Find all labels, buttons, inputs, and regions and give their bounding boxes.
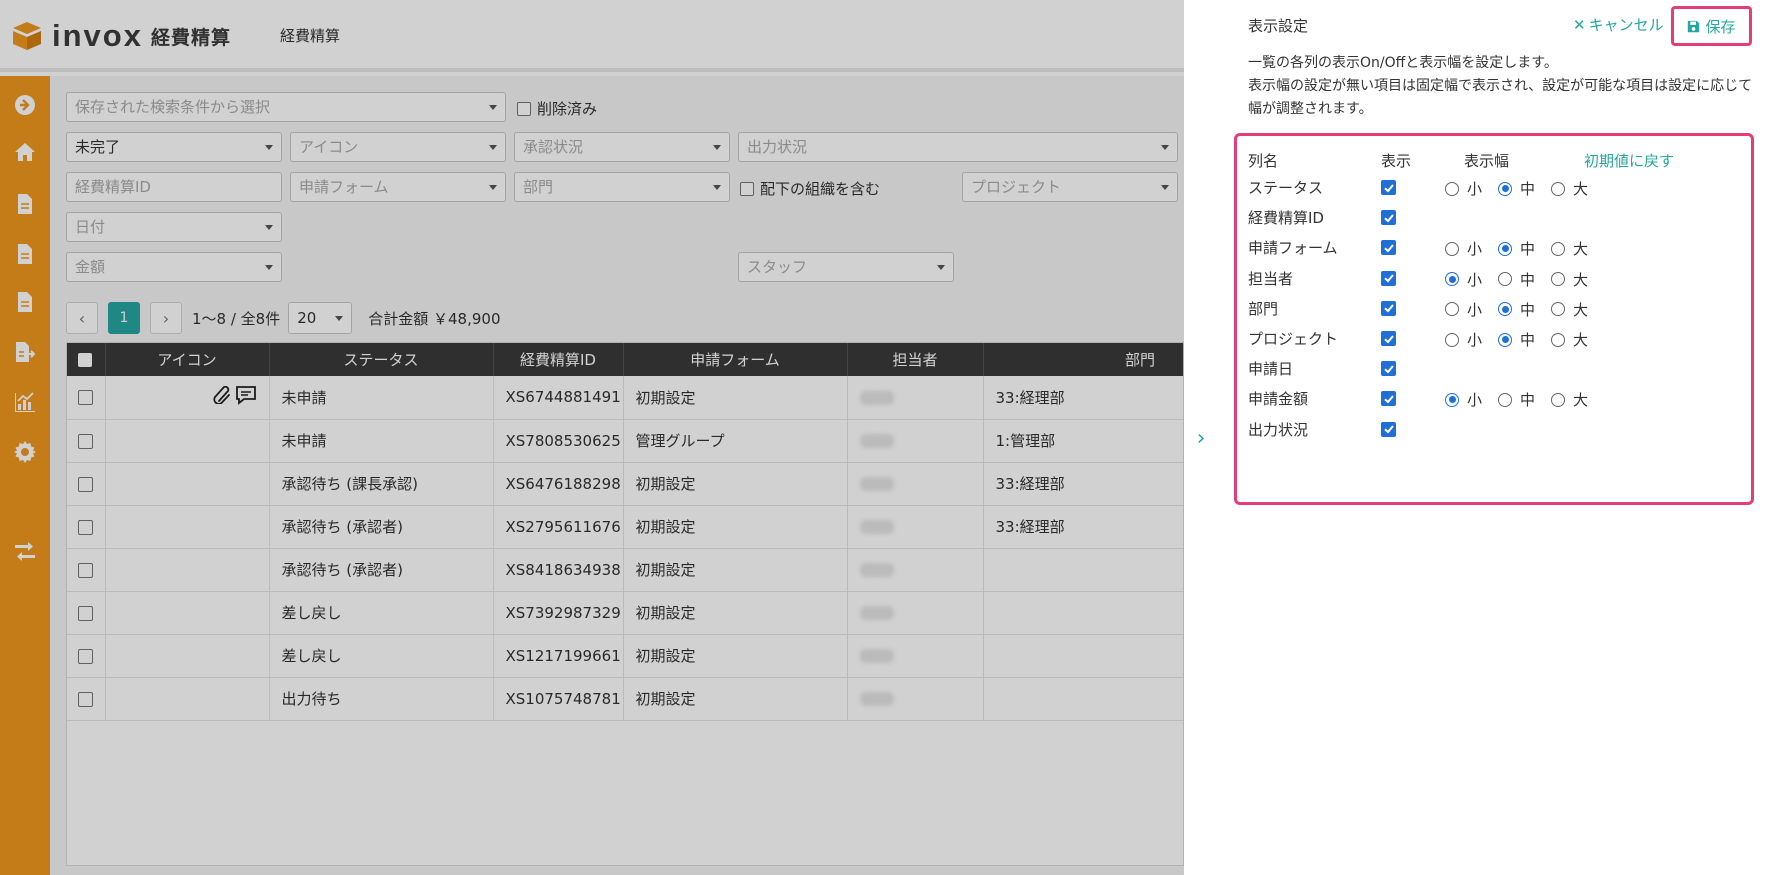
width-radio-small[interactable]: 小 bbox=[1445, 269, 1482, 290]
header-visible: 表示 bbox=[1381, 152, 1412, 170]
column-name: ステータス bbox=[1248, 179, 1324, 197]
modal-backdrop[interactable] bbox=[0, 0, 1184, 875]
column-name: 担当者 bbox=[1248, 269, 1294, 288]
column-name: 申請フォーム bbox=[1248, 239, 1338, 258]
visible-checkbox[interactable] bbox=[1381, 331, 1396, 346]
header-width: 表示幅 bbox=[1464, 152, 1510, 170]
column-setting-row: 申請日 bbox=[1248, 352, 1748, 386]
visible-checkbox[interactable] bbox=[1381, 240, 1396, 256]
floppy-disk-icon bbox=[1687, 20, 1700, 33]
column-name: 申請日 bbox=[1248, 360, 1294, 379]
visible-checkbox[interactable] bbox=[1381, 270, 1396, 286]
column-setting-row: プロジェクト 小中大 bbox=[1248, 322, 1748, 356]
column-setting-row: 申請フォーム 小中大 bbox=[1248, 231, 1748, 265]
visible-checkbox[interactable] bbox=[1381, 210, 1396, 226]
column-setting-row: 経費精算ID bbox=[1248, 201, 1748, 235]
width-radio-small[interactable]: 小 bbox=[1445, 389, 1482, 410]
width-radio-large[interactable]: 大 bbox=[1551, 238, 1588, 259]
width-radio-small[interactable]: 小 bbox=[1445, 178, 1482, 199]
width-radio-large[interactable]: 大 bbox=[1551, 299, 1588, 320]
column-settings-table: 列名 表示 表示幅 初期値に戻す ステータス小中大経費精算ID 申請フォーム小中大… bbox=[1234, 133, 1754, 505]
width-radio-medium[interactable]: 中 bbox=[1498, 178, 1535, 199]
cancel-button[interactable]: ✕ キャンセル bbox=[1573, 14, 1664, 35]
panel-title: 表示設定 bbox=[1248, 17, 1309, 35]
visible-checkbox[interactable] bbox=[1381, 391, 1396, 407]
column-name: プロジェクト bbox=[1248, 330, 1339, 348]
app-window: invox 経費精算 経費精算 保存された検索条件から選択 削除済み 未完了 ア… bbox=[0, 0, 1184, 875]
visible-checkbox[interactable] bbox=[1381, 421, 1396, 437]
width-radio-large[interactable]: 大 bbox=[1551, 178, 1588, 199]
visible-checkbox[interactable] bbox=[1381, 180, 1396, 195]
width-radio-large[interactable]: 大 bbox=[1551, 269, 1588, 290]
width-radio-medium[interactable]: 中 bbox=[1498, 299, 1535, 320]
header-column-name: 列名 bbox=[1248, 152, 1279, 170]
column-setting-row: ステータス 小中大 bbox=[1248, 171, 1748, 205]
panel-description: 一覧の各列の表示On/Offと表示幅を設定します。 表示幅の設定が無い項目は固定… bbox=[1248, 55, 1753, 117]
width-radio-small[interactable]: 小 bbox=[1445, 238, 1482, 259]
column-name: 部門 bbox=[1248, 299, 1279, 318]
close-icon: ✕ bbox=[1573, 15, 1586, 34]
reset-defaults-link[interactable]: 初期値に戻す bbox=[1584, 150, 1674, 171]
width-radio-large[interactable]: 大 bbox=[1551, 389, 1588, 410]
column-name: 申請金額 bbox=[1248, 390, 1309, 409]
column-setting-row: 申請金額 小中大 bbox=[1248, 382, 1748, 416]
display-settings-panel: 表示設定 ✕ キャンセル 保存 一覧の各列の表示On/Offと表示幅を設定します… bbox=[1216, 0, 1772, 875]
width-radio-medium[interactable]: 中 bbox=[1498, 329, 1535, 350]
column-setting-row: 担当者 小中大 bbox=[1248, 262, 1748, 296]
width-radio-medium[interactable]: 中 bbox=[1498, 238, 1535, 259]
column-name: 経費精算ID bbox=[1248, 209, 1324, 228]
width-radio-large[interactable]: 大 bbox=[1551, 329, 1588, 350]
column-name: 出力状況 bbox=[1248, 420, 1309, 439]
width-radio-medium[interactable]: 中 bbox=[1498, 269, 1535, 290]
width-radio-small[interactable]: 小 bbox=[1445, 299, 1482, 320]
width-radio-small[interactable]: 小 bbox=[1445, 329, 1482, 350]
width-radio-medium[interactable]: 中 bbox=[1498, 389, 1535, 410]
column-setting-row: 部門 小中大 bbox=[1248, 292, 1748, 326]
save-button[interactable]: 保存 bbox=[1671, 6, 1752, 46]
column-setting-row: 出力状況 bbox=[1248, 413, 1748, 447]
visible-checkbox[interactable] bbox=[1381, 300, 1396, 316]
panel-toggle-chevron-icon[interactable]: › bbox=[1190, 426, 1212, 451]
visible-checkbox[interactable] bbox=[1381, 361, 1396, 377]
